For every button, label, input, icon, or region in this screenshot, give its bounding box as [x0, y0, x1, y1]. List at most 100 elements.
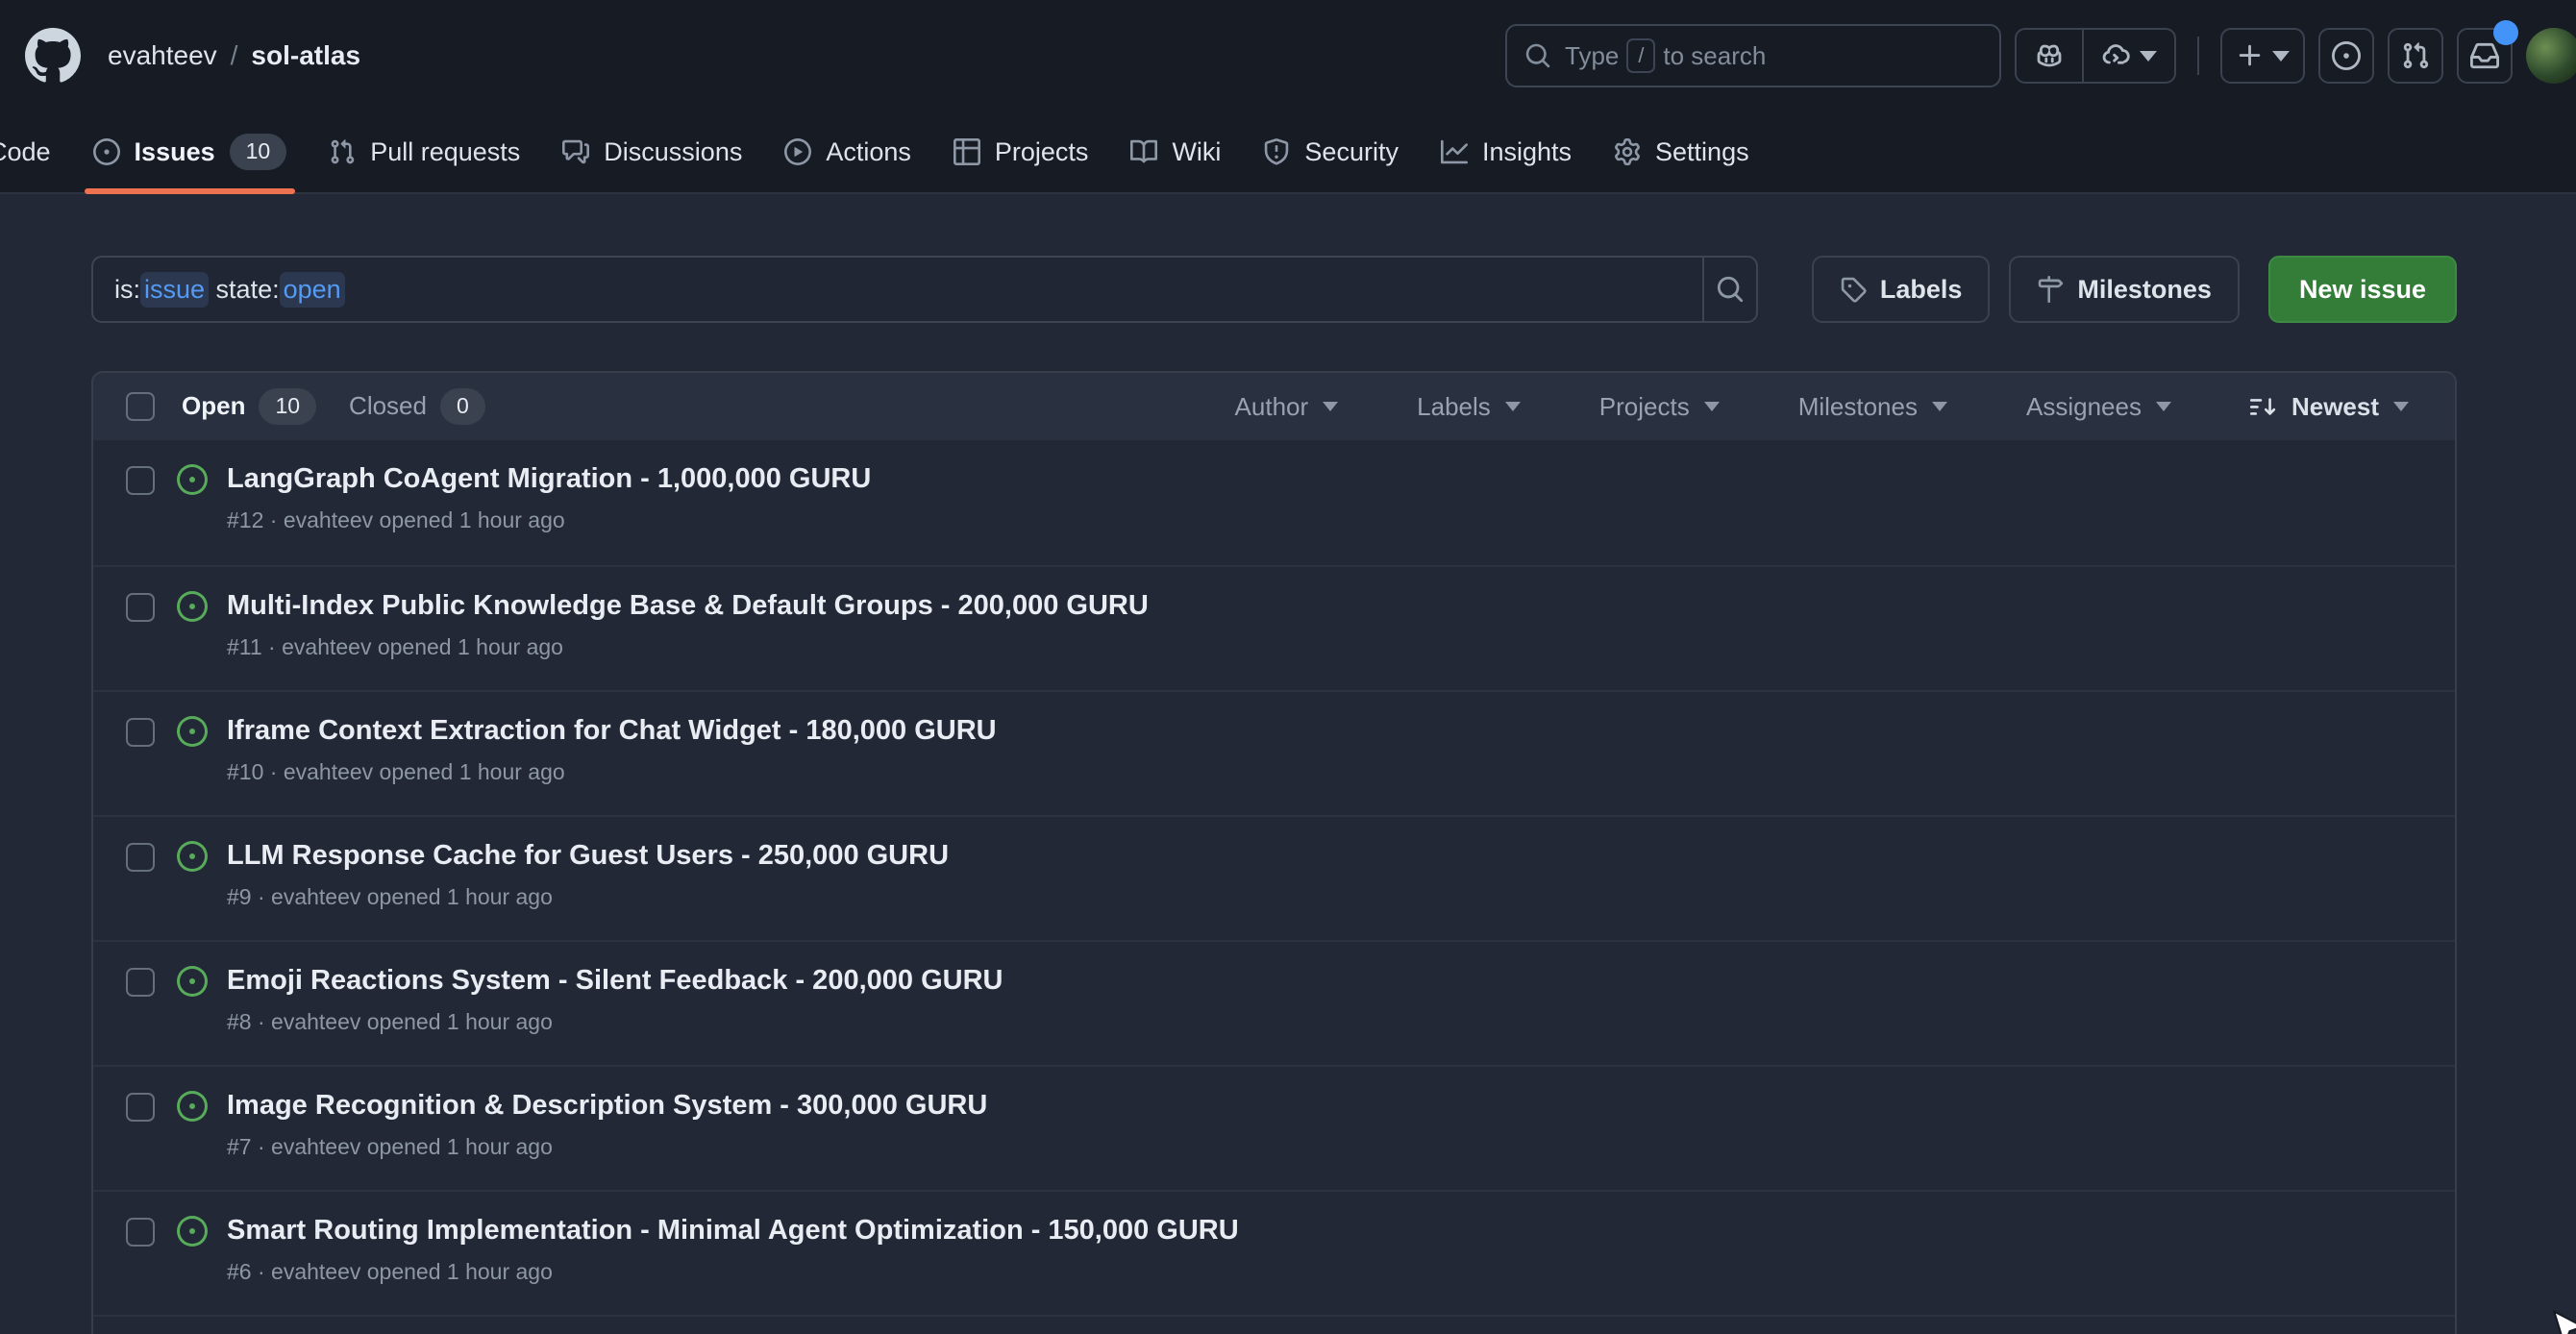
filter-row: is:issue state:open Labels: [91, 256, 2457, 323]
github-logo-icon[interactable]: [25, 28, 81, 84]
issue-checkbox[interactable]: [126, 593, 155, 622]
issue-checkbox[interactable]: [126, 1093, 155, 1122]
tab-code[interactable]: Code: [0, 111, 65, 192]
labels-filter-dropdown[interactable]: Labels: [1417, 392, 1521, 422]
milestones-filter-dropdown[interactable]: Milestones: [1798, 392, 1947, 422]
new-issue-button[interactable]: New issue: [2268, 256, 2457, 323]
issue-opened-icon: [93, 138, 120, 165]
inbox-button[interactable]: [2457, 28, 2513, 84]
open-issues-toggle[interactable]: Open 10: [182, 388, 316, 424]
table-icon: [954, 138, 980, 165]
issues-list-header: Open 10 Closed 0 Author Labels Projec: [93, 373, 2455, 440]
issue-title-link[interactable]: Iframe Context Extraction for Chat Widge…: [227, 715, 997, 747]
plus-icon: [2236, 41, 2265, 70]
global-issues-button[interactable]: [2318, 28, 2374, 84]
graph-icon: [1441, 138, 1468, 165]
issue-checkbox[interactable]: [126, 843, 155, 872]
issue-title-link[interactable]: Image Recognition & Description System -…: [227, 1090, 987, 1122]
shield-icon: [1263, 138, 1290, 165]
assignees-filter-dropdown[interactable]: Assignees: [2026, 392, 2171, 422]
issue-opened-icon: [177, 591, 208, 622]
tab-discussions[interactable]: Discussions: [548, 111, 756, 192]
mouse-cursor: [2549, 1309, 2576, 1334]
tab-projects[interactable]: Projects: [939, 111, 1103, 192]
issue-row: LLM Response Cache for Guest Users - 250…: [93, 815, 2455, 940]
issue-meta: #8 · evahteev opened 1 hour ago: [227, 1009, 1003, 1035]
app-header: evahteev / sol-atlas Type / to search: [0, 0, 2576, 111]
milestones-button[interactable]: Milestones: [2009, 256, 2240, 323]
milestone-icon: [2037, 276, 2064, 303]
issue-title-link[interactable]: LangGraph CoAgent Migration - 1,000,000 …: [227, 463, 871, 495]
tab-pull-requests[interactable]: Pull requests: [314, 111, 534, 192]
tab-issues[interactable]: Issues 10: [79, 111, 302, 192]
issue-opened-icon: [177, 841, 208, 872]
issue-checkbox[interactable]: [126, 968, 155, 997]
codespaces-button[interactable]: [2082, 30, 2174, 82]
tab-actions[interactable]: Actions: [770, 111, 926, 192]
chevron-down-icon: [1323, 402, 1338, 411]
issue-opened-icon: [2332, 41, 2361, 70]
tab-wiki[interactable]: Wiki: [1116, 111, 1235, 192]
chevron-down-icon: [2140, 51, 2157, 62]
breadcrumb-separator: /: [231, 40, 238, 71]
issue-checkbox[interactable]: [126, 718, 155, 747]
labels-button-label: Labels: [1880, 275, 1963, 305]
author-filter-dropdown[interactable]: Author: [1235, 392, 1339, 422]
search-placeholder: Type / to search: [1565, 38, 1766, 73]
closed-label: Closed: [349, 391, 427, 421]
new-issue-button-label: New issue: [2299, 275, 2426, 305]
issue-title-link[interactable]: Emoji Reactions System - Silent Feedback…: [227, 965, 1003, 997]
global-pull-requests-button[interactable]: [2388, 28, 2443, 84]
dropdown-label: Milestones: [1798, 392, 1918, 422]
issue-title-link[interactable]: Smart Routing Implementation - Minimal A…: [227, 1215, 1239, 1247]
chevron-down-icon: [2156, 402, 2171, 411]
git-pull-request-icon: [329, 138, 356, 165]
open-count-badge: 10: [259, 388, 316, 424]
chevron-down-icon: [2393, 402, 2409, 411]
issue-row-partial: [93, 1315, 2455, 1334]
select-all-checkbox[interactable]: [126, 392, 155, 421]
breadcrumb-owner[interactable]: evahteev: [108, 40, 217, 71]
breadcrumb-repo[interactable]: sol-atlas: [251, 40, 360, 71]
issues-search-input[interactable]: is:issue state:open: [93, 258, 1702, 321]
issue-row: LangGraph CoAgent Migration - 1,000,000 …: [93, 440, 2455, 565]
dropdown-label: Labels: [1417, 392, 1491, 422]
issue-meta: #11 · evahteev opened 1 hour ago: [227, 634, 1149, 660]
search-icon: [1524, 42, 1551, 69]
query-token-open: open: [280, 272, 345, 308]
milestones-button-label: Milestones: [2077, 275, 2212, 305]
tab-label: Issues: [135, 137, 215, 167]
sort-dropdown[interactable]: Newest: [2250, 392, 2409, 422]
tab-settings[interactable]: Settings: [1599, 111, 1764, 192]
repo-nav: Code Issues 10 Pull requests Discussions…: [0, 111, 2576, 194]
issue-title-link[interactable]: LLM Response Cache for Guest Users - 250…: [227, 840, 949, 872]
tab-label: Pull requests: [370, 137, 520, 167]
issue-row: Image Recognition & Description System -…: [93, 1065, 2455, 1190]
tab-label: Wiki: [1172, 137, 1221, 167]
global-search-input[interactable]: Type / to search: [1505, 24, 2001, 87]
issue-opened-icon: [177, 1216, 208, 1247]
book-icon: [1130, 138, 1157, 165]
issue-row: Smart Routing Implementation - Minimal A…: [93, 1190, 2455, 1315]
tab-security[interactable]: Security: [1249, 111, 1413, 192]
query-qualifier: is:: [114, 275, 140, 305]
issue-opened-icon: [177, 1091, 208, 1122]
issue-checkbox[interactable]: [126, 1218, 155, 1247]
issue-title-link[interactable]: Multi-Index Public Knowledge Base & Defa…: [227, 590, 1149, 622]
create-new-button[interactable]: [2220, 28, 2305, 84]
labels-button[interactable]: Labels: [1812, 256, 1991, 323]
issue-checkbox[interactable]: [126, 466, 155, 495]
tab-label: Discussions: [604, 137, 742, 167]
issue-row: Multi-Index Public Knowledge Base & Defa…: [93, 565, 2455, 690]
sort-desc-icon: [2250, 393, 2277, 420]
notification-dot: [2493, 20, 2518, 45]
avatar[interactable]: [2526, 28, 2576, 84]
issues-count-badge: 10: [230, 134, 287, 169]
closed-issues-toggle[interactable]: Closed 0: [349, 388, 485, 424]
search-icon: [1716, 275, 1745, 304]
tab-label: Insights: [1482, 137, 1572, 167]
tab-insights[interactable]: Insights: [1426, 111, 1586, 192]
search-submit-button[interactable]: [1702, 258, 1756, 321]
projects-filter-dropdown[interactable]: Projects: [1599, 392, 1720, 422]
copilot-button[interactable]: [2017, 30, 2082, 82]
